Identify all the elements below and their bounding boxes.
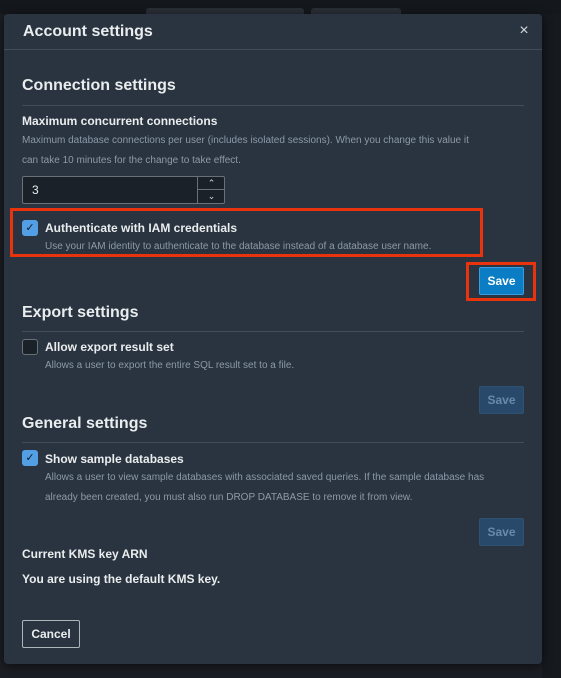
max-connections-description: Maximum database connections per user (i… <box>22 135 469 146</box>
sample-db-label: Show sample databases <box>45 452 184 466</box>
export-checkbox[interactable] <box>22 339 38 355</box>
max-connections-input[interactable]: 3 ⌃ ⌄ <box>22 176 225 204</box>
max-connections-value: 3 <box>32 183 39 197</box>
divider <box>22 331 524 332</box>
sample-db-checkbox[interactable]: ✓ <box>22 450 38 466</box>
general-save-button[interactable]: Save <box>479 518 524 546</box>
decrement-icon[interactable]: ⌄ <box>197 190 225 203</box>
export-description: Allows a user to export the entire SQL r… <box>45 360 295 371</box>
sample-db-description: already been created, you must also run … <box>45 492 413 503</box>
iam-description: Use your IAM identity to authenticate to… <box>45 241 432 252</box>
modal-header: Account settings × <box>4 14 542 50</box>
account-settings-modal: Account settings × Connection settings M… <box>4 14 542 664</box>
iam-label: Authenticate with IAM credentials <box>45 221 238 235</box>
background-side <box>542 14 561 678</box>
close-icon[interactable]: × <box>516 23 532 39</box>
kms-value: You are using the default KMS key. <box>22 572 221 586</box>
max-connections-label: Maximum concurrent connections <box>22 114 218 128</box>
cancel-button[interactable]: Cancel <box>22 620 80 648</box>
export-label: Allow export result set <box>45 340 174 354</box>
checkmark-icon: ✓ <box>25 222 35 234</box>
iam-checkbox[interactable]: ✓ <box>22 220 38 236</box>
general-settings-heading: General settings <box>22 415 148 432</box>
connection-settings-heading: Connection settings <box>22 77 176 94</box>
checkmark-icon: ✓ <box>25 452 35 464</box>
export-save-button[interactable]: Save <box>479 386 524 414</box>
sample-db-description: Allows a user to view sample databases w… <box>45 472 485 483</box>
connection-save-button[interactable]: Save <box>479 267 524 295</box>
max-connections-description: can take 10 minutes for the change to ta… <box>22 155 241 166</box>
divider <box>22 442 524 443</box>
export-settings-heading: Export settings <box>22 304 139 321</box>
divider <box>22 105 524 106</box>
modal-title: Account settings <box>23 23 153 40</box>
increment-icon[interactable]: ⌃ <box>197 177 225 190</box>
kms-label: Current KMS key ARN <box>22 547 148 561</box>
